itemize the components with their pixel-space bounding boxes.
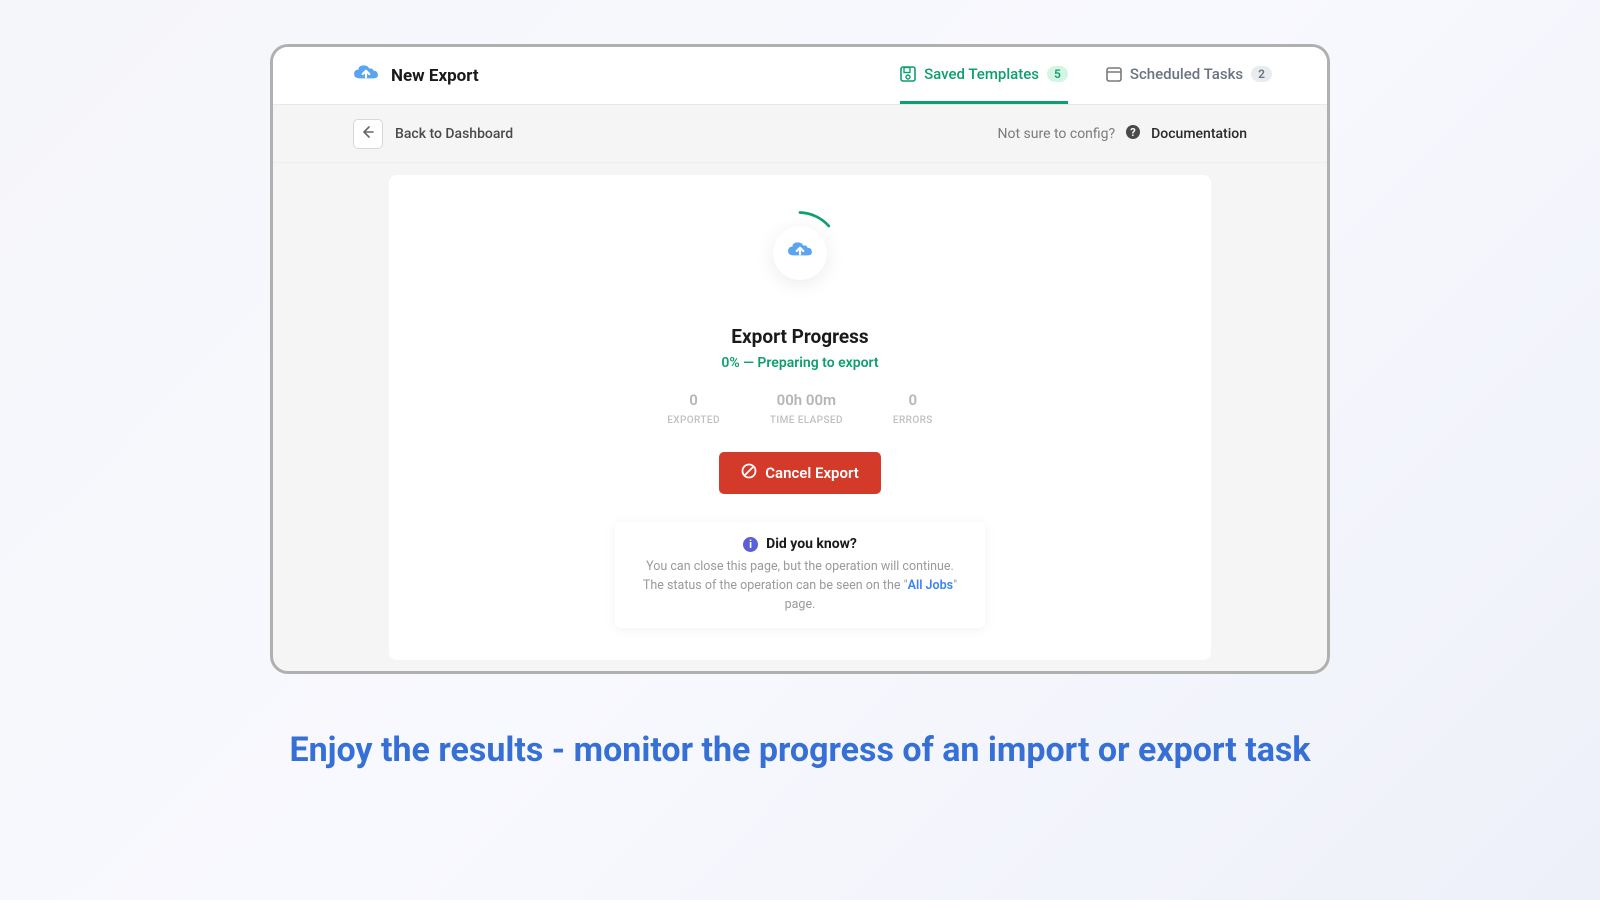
- cancel-label: Cancel Export: [765, 464, 859, 482]
- documentation-link[interactable]: Documentation: [1151, 126, 1247, 142]
- tip-header: i Did you know?: [633, 536, 967, 552]
- prohibit-icon: [741, 463, 757, 483]
- tip-line2-pre: The status of the operation can be seen …: [643, 578, 908, 593]
- stat-value: 0: [893, 391, 933, 409]
- svg-text:?: ?: [1130, 126, 1136, 139]
- back-label: Back to Dashboard: [395, 126, 513, 142]
- stat-errors: 0 ERRORS: [893, 391, 933, 426]
- info-icon: i: [743, 537, 758, 552]
- tab-count-badge: 2: [1251, 66, 1272, 82]
- stat-exported: 0 EXPORTED: [667, 391, 720, 426]
- stat-label: TIME ELAPSED: [770, 415, 843, 426]
- tip-title: Did you know?: [766, 536, 857, 552]
- tab-label: Saved Templates: [924, 65, 1039, 83]
- stat-value: 00h 00m: [770, 391, 843, 409]
- help-group: Not sure to config? ? Documentation: [997, 124, 1247, 144]
- stat-value: 0: [667, 391, 720, 409]
- title-group: New Export: [353, 63, 479, 89]
- back-button[interactable]: [353, 119, 383, 149]
- progress-card: Export Progress 0% — Preparing to export…: [389, 175, 1211, 660]
- progress-status: 0% — Preparing to export: [721, 355, 878, 371]
- progress-spinner: [750, 203, 850, 303]
- tab-count-badge: 5: [1047, 66, 1068, 82]
- page-title: New Export: [391, 66, 479, 86]
- tip-line1: You can close this page, but the operati…: [646, 559, 954, 574]
- cancel-export-button[interactable]: Cancel Export: [719, 452, 881, 494]
- top-bar: New Export Saved Templates 5 Scheduled T…: [273, 47, 1327, 105]
- app-window: New Export Saved Templates 5 Scheduled T…: [270, 44, 1330, 674]
- stat-elapsed: 00h 00m TIME ELAPSED: [770, 391, 843, 426]
- tabs: Saved Templates 5 Scheduled Tasks 2: [900, 47, 1302, 104]
- marketing-caption: Enjoy the results - monitor the progress…: [289, 730, 1310, 770]
- cloud-upload-icon: [353, 63, 379, 89]
- tip-body: You can close this page, but the operati…: [633, 558, 967, 614]
- save-disk-icon: [900, 66, 916, 82]
- tab-scheduled-tasks[interactable]: Scheduled Tasks 2: [1106, 47, 1272, 104]
- stat-label: EXPORTED: [667, 415, 720, 426]
- stat-label: ERRORS: [893, 415, 933, 426]
- tab-saved-templates[interactable]: Saved Templates 5: [900, 47, 1068, 104]
- sub-bar: Back to Dashboard Not sure to config? ? …: [273, 105, 1327, 163]
- tip-box: i Did you know? You can close this page,…: [615, 522, 985, 628]
- progress-title: Export Progress: [731, 325, 868, 348]
- config-hint: Not sure to config?: [997, 126, 1115, 142]
- arrow-left-icon: [361, 125, 375, 143]
- calendar-icon: [1106, 66, 1122, 82]
- progress-stats: 0 EXPORTED 00h 00m TIME ELAPSED 0 ERRORS: [667, 391, 933, 426]
- help-icon: ?: [1125, 124, 1141, 144]
- spinner-arc-icon: [755, 208, 845, 298]
- all-jobs-link[interactable]: All Jobs: [908, 578, 953, 593]
- tab-label: Scheduled Tasks: [1130, 65, 1243, 83]
